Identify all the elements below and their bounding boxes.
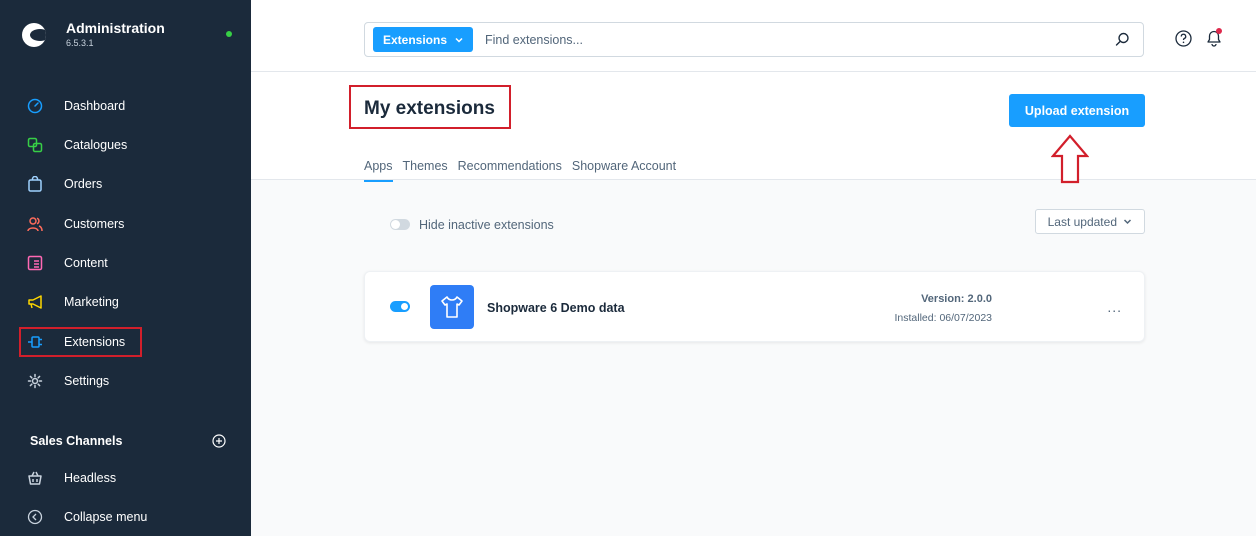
sidebar-item-customers[interactable]: Customers <box>26 213 124 235</box>
sidebar-item-label: Dashboard <box>64 99 126 113</box>
extension-installed-date: Installed: 06/07/2023 <box>894 312 993 324</box>
sidebar-item-orders[interactable]: Orders <box>26 173 102 195</box>
sidebar: Administration 6.5.3.1 Dashboard Catalog… <box>0 0 251 536</box>
tshirt-icon <box>430 285 474 329</box>
more-actions-button[interactable]: ... <box>1107 299 1122 315</box>
chevron-left-circle-icon <box>26 508 44 526</box>
users-icon <box>26 215 44 233</box>
sidebar-item-catalogues[interactable]: Catalogues <box>26 134 127 156</box>
extension-card: Shopware 6 Demo data Version: 2.0.0 Inst… <box>364 271 1145 342</box>
sidebar-item-label: Content <box>64 256 108 270</box>
search-type-select[interactable]: Extensions <box>373 27 474 52</box>
app-title: Administration <box>66 20 165 36</box>
sidebar-item-label: Customers <box>64 217 125 231</box>
sidebar-item-settings[interactable]: Settings <box>26 370 109 392</box>
filter-row: Hide inactive extensions Last updated <box>364 209 1145 239</box>
megaphone-icon <box>26 293 44 311</box>
collapse-menu-button[interactable]: Collapse menu <box>26 506 147 528</box>
sidebar-item-content[interactable]: Content <box>26 252 108 274</box>
sort-select-label: Last updated <box>1047 214 1117 229</box>
notification-bell-icon[interactable] <box>1204 27 1224 47</box>
app-version: 6.5.3.1 <box>66 38 94 48</box>
sidebar-item-label: Catalogues <box>64 138 128 152</box>
chevron-down-icon <box>455 37 463 43</box>
tabs: Apps Themes Recommendations Shopware Acc… <box>364 159 686 182</box>
add-sales-channel-icon[interactable] <box>212 434 226 448</box>
gauge-icon <box>26 97 44 115</box>
arrow-up-annotation-icon <box>1051 134 1089 184</box>
sidebar-item-label: Orders <box>64 177 103 191</box>
title-highlight-box <box>349 85 511 129</box>
main-content: My extensions Upload extension Apps Them… <box>251 72 1256 536</box>
search-icon[interactable] <box>1115 32 1130 47</box>
search-input[interactable] <box>485 23 1085 56</box>
tab-recommendations[interactable]: Recommendations <box>458 159 562 182</box>
sidebar-item-label: Marketing <box>64 295 119 309</box>
search-type-label: Extensions <box>383 32 448 47</box>
hide-inactive-toggle[interactable] <box>390 219 410 230</box>
basket-icon <box>26 469 44 487</box>
upload-extension-button[interactable]: Upload extension <box>1009 94 1145 127</box>
tab-shopware-account[interactable]: Shopware Account <box>572 159 676 182</box>
extension-version: Version: 2.0.0 <box>921 293 992 305</box>
hide-inactive-label: Hide inactive extensions <box>419 218 554 232</box>
sidebar-item-dashboard[interactable]: Dashboard <box>26 95 125 117</box>
tab-themes[interactable]: Themes <box>403 159 448 182</box>
extension-name: Shopware 6 Demo data <box>487 301 625 315</box>
gear-icon <box>26 372 44 390</box>
sidebar-item-label: Settings <box>64 374 110 388</box>
sidebar-item-label: Headless <box>64 471 117 485</box>
chevron-down-icon <box>1123 219 1132 225</box>
brand[interactable]: Administration 6.5.3.1 <box>22 20 165 48</box>
content-icon <box>26 254 44 272</box>
collapse-menu-label: Collapse menu <box>64 510 148 524</box>
shopware-logo <box>22 23 46 47</box>
sidebar-item-marketing[interactable]: Marketing <box>26 291 119 313</box>
sidebar-item-headless[interactable]: Headless <box>26 467 116 489</box>
online-status-dot <box>226 31 232 37</box>
sales-channels-title: Sales Channels <box>30 434 123 448</box>
search-bar: Extensions <box>364 22 1144 57</box>
topbar: Extensions <box>251 0 1256 72</box>
extension-active-toggle[interactable] <box>390 301 410 312</box>
tab-apps[interactable]: Apps <box>364 159 393 182</box>
help-icon[interactable] <box>1175 30 1192 47</box>
page-header: My extensions Upload extension Apps Them… <box>251 72 1256 184</box>
shopping-bag-icon <box>26 175 44 193</box>
sort-select[interactable]: Last updated <box>1034 209 1145 234</box>
extensions-highlight-box <box>19 327 142 357</box>
catalogue-icon <box>26 136 44 154</box>
